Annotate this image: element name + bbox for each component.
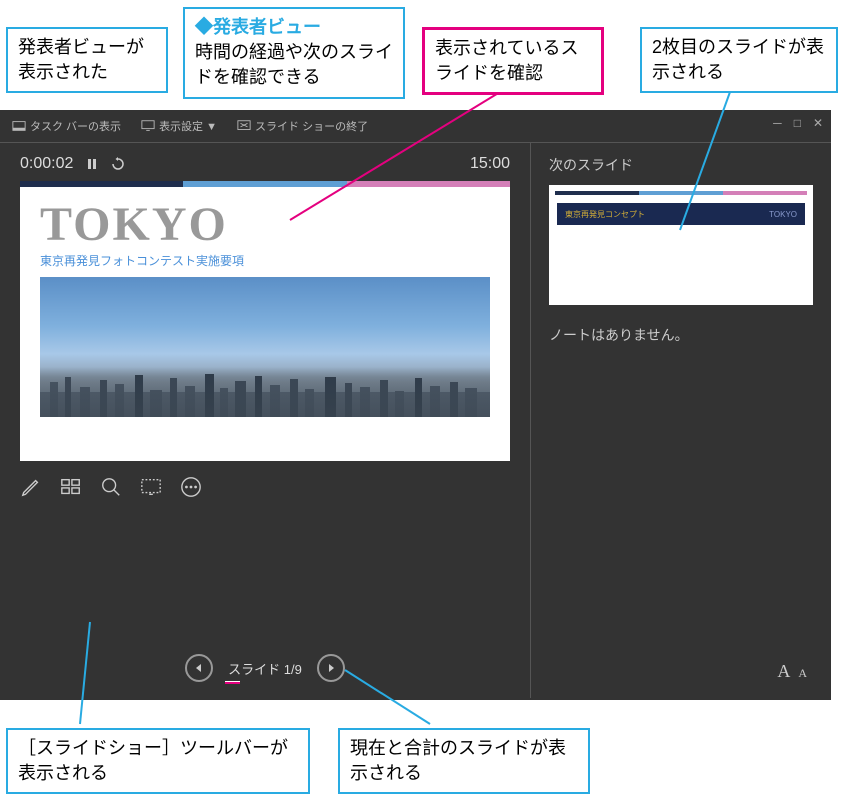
total-time: 15:00	[470, 155, 510, 173]
close-button[interactable]: ✕	[813, 116, 823, 130]
monitor-icon	[141, 119, 155, 133]
next-slide-button[interactable]	[317, 654, 345, 682]
current-slide-area: 0:00:02 15:00	[0, 143, 530, 698]
minimize-button[interactable]: ─	[773, 116, 782, 130]
show-taskbar-button[interactable]: タスク バーの表示	[12, 118, 121, 134]
toolbar-label: タスク バーの表示	[30, 118, 121, 134]
slide-accent-bars	[20, 181, 510, 187]
toolbar-label: 表示設定 ▼	[159, 118, 217, 134]
zoom-icon[interactable]	[100, 476, 122, 498]
callout-presenter-view-desc: ◆発表者ビュー 時間の経過や次のスライドを確認できる	[183, 7, 405, 99]
presenter-view-window: タスク バーの表示 表示設定 ▼ スライド ショーの終了 ─ □ ✕	[0, 110, 831, 700]
slide-title: TOKYO	[20, 187, 510, 252]
reset-button[interactable]	[111, 157, 125, 171]
slide-subtitle: 東京再発見フォトコンテスト実施要項	[20, 252, 510, 277]
slide-counter: スライド 1/9	[225, 659, 305, 678]
slideshow-toolbar	[20, 476, 510, 498]
callout-text: ［スライドショー］ツールバーが表示される	[18, 738, 288, 783]
window-controls: ─ □ ✕	[773, 116, 823, 130]
more-options-icon[interactable]	[180, 476, 202, 498]
callout-slide-counter: 現在と合計のスライドが表示される	[338, 728, 590, 794]
main-content: 0:00:02 15:00	[0, 143, 831, 698]
increase-font-button[interactable]: A	[777, 661, 790, 682]
end-slideshow-button[interactable]: スライド ショーの終了	[237, 118, 368, 134]
next-slide-preview[interactable]: 東京再発見コンセプト TOKYO	[549, 185, 813, 305]
callout-current-slide: 表示されているスライドを確認	[422, 27, 604, 95]
maximize-button[interactable]: □	[794, 116, 801, 130]
pause-button[interactable]	[85, 157, 99, 171]
slide-photo	[40, 277, 490, 417]
callout-text: 発表者ビューが表示された	[18, 37, 144, 82]
timer-row: 0:00:02 15:00	[20, 155, 510, 173]
callout-toolbar-shown: ［スライドショー］ツールバーが表示される	[6, 728, 310, 794]
next-slide-text-left: 東京再発見コンセプト	[565, 209, 645, 220]
toolbar-label: スライド ショーの終了	[255, 118, 368, 134]
callout-title: ◆発表者ビュー	[195, 15, 393, 40]
taskbar-icon	[12, 119, 26, 133]
previous-slide-button[interactable]	[185, 654, 213, 682]
callout-second-slide: 2枚目のスライドが表示される	[640, 27, 838, 93]
current-slide-preview[interactable]: TOKYO 東京再発見フォトコンテスト実施要項	[20, 181, 510, 461]
next-slide-text-right: TOKYO	[769, 210, 797, 219]
callout-text: 現在と合計のスライドが表示される	[350, 738, 566, 783]
next-slide-label: 次のスライド	[549, 155, 813, 175]
next-slide-content: 東京再発見コンセプト TOKYO	[557, 203, 805, 225]
black-screen-icon[interactable]	[140, 476, 162, 498]
elapsed-time: 0:00:02	[20, 155, 73, 173]
top-toolbar: タスク バーの表示 表示設定 ▼ スライド ショーの終了 ─ □ ✕	[0, 110, 831, 143]
notes-area: ノートはありません。	[549, 325, 813, 345]
bottom-navigation: スライド 1/9	[0, 654, 530, 682]
callout-body: 時間の経過や次のスライドを確認できる	[195, 40, 393, 90]
font-size-controls: A A	[777, 661, 807, 682]
callout-presenter-view-shown: 発表者ビューが表示された	[6, 27, 168, 93]
see-all-slides-icon[interactable]	[60, 476, 82, 498]
end-icon	[237, 119, 251, 133]
callout-text: 表示されているスライドを確認	[435, 38, 578, 83]
notes-text: ノートはありません。	[549, 327, 689, 343]
pen-tool-icon[interactable]	[20, 476, 42, 498]
right-panel: 次のスライド 東京再発見コンセプト TOKYO ノートはありません。	[530, 143, 831, 698]
decrease-font-button[interactable]: A	[798, 666, 807, 681]
callout-text: 2枚目のスライドが表示される	[652, 37, 824, 82]
display-settings-button[interactable]: 表示設定 ▼	[141, 118, 217, 134]
